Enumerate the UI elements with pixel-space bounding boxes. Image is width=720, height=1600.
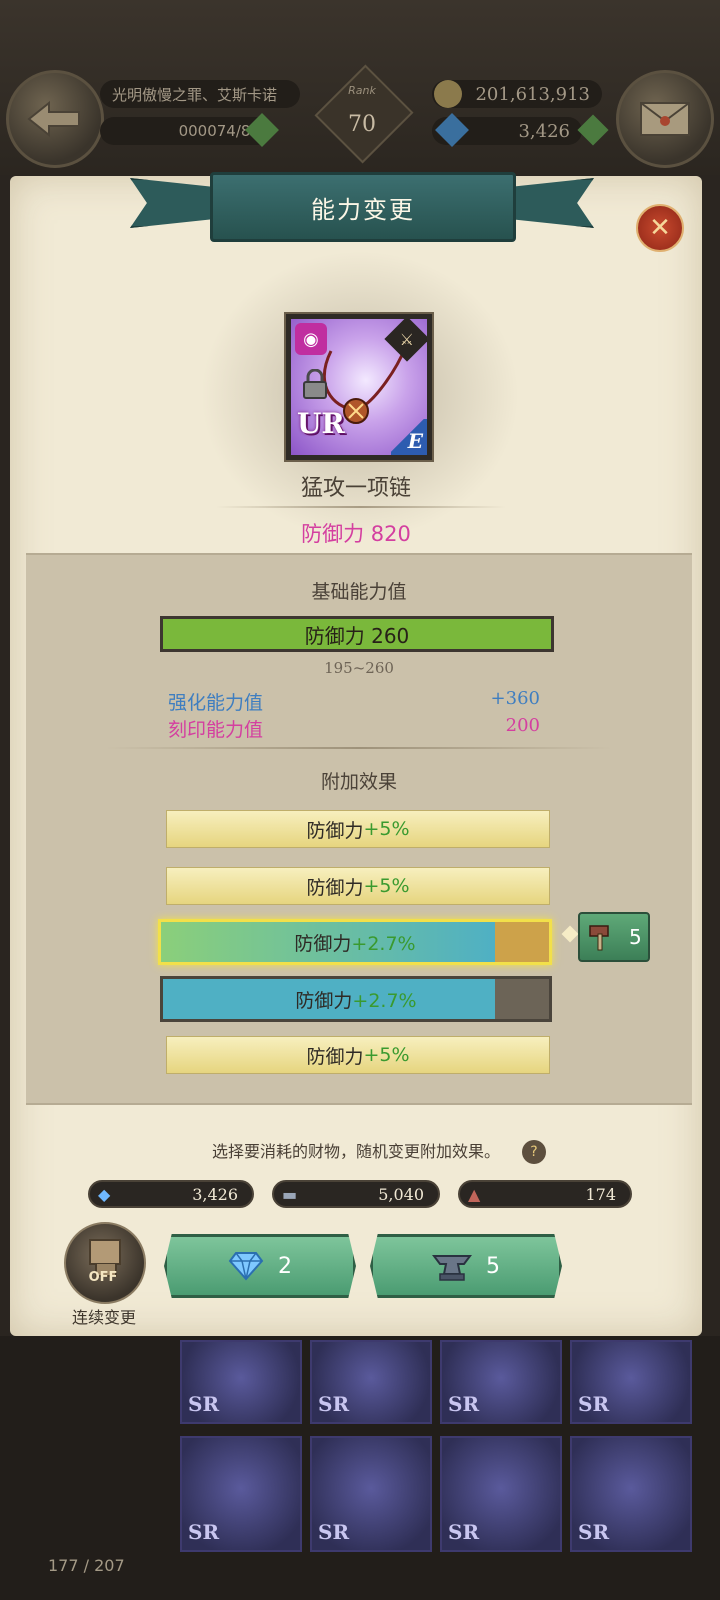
slot-grade: SR <box>578 1392 610 1416</box>
currency-value: 5,040 <box>378 1184 424 1204</box>
effect-value: +5% <box>363 875 410 897</box>
inventory-slot[interactable]: SR <box>310 1340 432 1424</box>
effect-label: 防御力 <box>294 932 352 955</box>
auto-state: OFF <box>88 1270 118 1285</box>
close-icon: ✕ <box>649 213 671 243</box>
dialog-title-banner: 能力变更 <box>210 172 516 242</box>
hammer-cost: 5 <box>628 925 642 949</box>
hint-text: 选择要消耗的财物，随机变更附加效果。 <box>211 1142 500 1161</box>
effect-slot-1[interactable]: 防御力 +5% <box>166 810 550 848</box>
element-badge-icon: ◉ <box>295 323 327 355</box>
slot-grade: SR <box>188 1392 220 1416</box>
inventory-slot[interactable]: SR <box>180 1340 302 1424</box>
enhance-label: 强化能力值 <box>168 692 264 714</box>
item-name: 猛攻一项链 <box>300 476 411 501</box>
engrave-label: 刻印能力值 <box>168 719 264 741</box>
effect-label: 防御力 <box>306 876 364 899</box>
help-icon[interactable]: ? <box>522 1140 546 1164</box>
slot-grade: SR <box>188 1520 220 1544</box>
back-button[interactable] <box>6 70 104 168</box>
back-arrow-icon <box>27 100 80 138</box>
base-stat-text: 防御力 260 <box>304 623 410 648</box>
effect-label: 防御力 <box>306 819 364 842</box>
base-section-title: 基础能力值 <box>311 581 407 603</box>
inventory-slot[interactable]: SR <box>440 1436 562 1552</box>
diamond-cost: 2 <box>278 1253 292 1279</box>
enhance-value: +360 <box>490 688 540 709</box>
item-type-badge: E <box>391 419 427 455</box>
inventory-count: 177 / 207 <box>48 1556 125 1575</box>
item-icon[interactable]: ◉ ⚔ UR E <box>284 312 434 462</box>
effect-value: +2.7% <box>352 989 417 1012</box>
effect-label: 防御力 <box>306 1045 364 1068</box>
mail-button[interactable] <box>616 70 714 168</box>
hammer-icon <box>589 925 610 951</box>
fist-icon <box>89 1239 121 1277</box>
dialog-title: 能力变更 <box>311 195 415 224</box>
anvil-icon: ▬ <box>282 1184 298 1204</box>
item-type: E <box>407 429 423 453</box>
slot-grade: SR <box>318 1392 350 1416</box>
effect-slot-4[interactable]: 防御力+2.7% <box>160 976 552 1022</box>
anvil-cost: 5 <box>486 1253 500 1279</box>
inventory-slot[interactable]: SR <box>440 1340 562 1424</box>
effects-section-title: 附加效果 <box>320 771 397 793</box>
anvil-icon <box>432 1255 472 1281</box>
base-stat-range: 195~260 <box>324 659 394 677</box>
close-button[interactable]: ✕ <box>636 204 684 252</box>
slot-grade: SR <box>448 1520 480 1544</box>
currency-diamond: ◆ 3,426 <box>88 1180 254 1208</box>
effect-value: +5% <box>363 1044 410 1066</box>
currency-value: 174 <box>585 1184 616 1204</box>
effect-slot-2[interactable]: 防御力 +5% <box>166 867 550 905</box>
divider <box>216 506 506 508</box>
slot-grade: SR <box>448 1392 480 1416</box>
auto-change-toggle[interactable] <box>64 1222 146 1304</box>
effect-slot-5[interactable]: 防御力 +5% <box>166 1036 550 1074</box>
lock-icon <box>303 369 327 399</box>
slot-grade: SR <box>578 1520 610 1544</box>
player-name-pill: 光明傲慢之罪、艾斯卡诺 <box>100 80 300 108</box>
inventory-slot[interactable]: SR <box>310 1436 432 1552</box>
effect-value: +5% <box>363 818 410 840</box>
inventory-slot[interactable]: SR <box>180 1436 302 1552</box>
change-with-diamond-button[interactable]: 2 <box>164 1234 356 1298</box>
currency-anvil: ▬ 5,040 <box>272 1180 440 1208</box>
slot-grade: SR <box>318 1520 350 1544</box>
diamond-icon <box>228 1252 264 1281</box>
divider <box>106 747 612 749</box>
diamond-icon: ◆ <box>98 1184 111 1204</box>
auto-label: 连续变更 <box>71 1308 136 1327</box>
rank-value: 70 <box>348 112 376 137</box>
hammer-icon: ▲ <box>468 1184 481 1204</box>
stat-panel: 基础能力值 防御力 260 195~260 强化能力值 +360 刻印能力值 2… <box>26 553 692 1105</box>
effect-value: +2.7% <box>351 932 416 955</box>
change-with-anvil-button[interactable]: 5 <box>370 1234 562 1298</box>
gem-value: 3,426 <box>518 120 570 142</box>
hammer-lock-button[interactable]: 5 <box>578 912 650 962</box>
total-stat: 防御力 820 <box>301 522 411 546</box>
gold-coin-icon <box>434 80 462 108</box>
item-grade: UR <box>297 407 345 440</box>
effect-label: 防御力 <box>295 989 353 1012</box>
rank-label: Rank <box>348 84 376 97</box>
player-name: 光明傲慢之罪、艾斯卡诺 <box>112 85 278 104</box>
inventory-slot[interactable]: SR <box>570 1340 692 1424</box>
mail-icon <box>640 102 690 136</box>
inventory-slot[interactable]: SR <box>570 1436 692 1552</box>
engrave-value: 200 <box>505 715 540 736</box>
currency-value: 3,426 <box>192 1184 238 1204</box>
item-art: ◉ ⚔ UR E <box>291 319 427 455</box>
effect-slot-3-selected[interactable]: 防御力+2.7% <box>158 919 552 965</box>
gold-value: 201,613,913 <box>475 83 590 105</box>
currency-hammer: ▲ 174 <box>458 1180 632 1208</box>
base-stat-bar: 防御力 260 <box>160 616 554 652</box>
